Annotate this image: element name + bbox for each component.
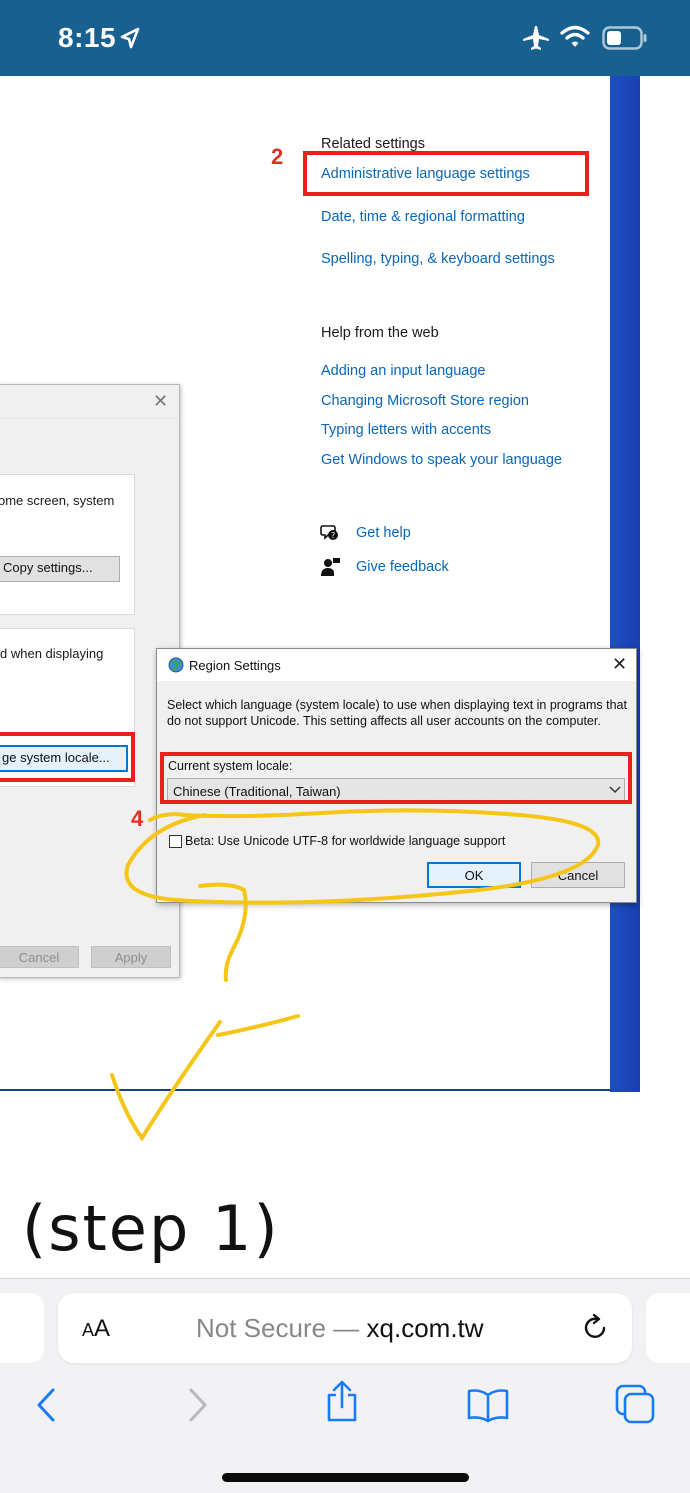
beta-utf8-checkbox[interactable] — [169, 835, 182, 848]
dialog-title: Region Settings — [189, 658, 281, 673]
step-caption: (step 1) — [22, 1192, 280, 1265]
ok-label: OK — [464, 868, 484, 883]
safari-toolbar: AA Not Secure — xq.com.tw — [0, 1278, 690, 1493]
text-size-small: A — [82, 1320, 95, 1340]
next-tab-preview[interactable] — [646, 1293, 690, 1363]
help-link-store-region[interactable]: Changing Microsoft Store region — [321, 393, 529, 409]
date-time-formatting-link[interactable]: Date, time & regional formatting — [321, 209, 525, 225]
url-host: xq.com.tw — [366, 1313, 484, 1343]
airplane-icon — [523, 26, 549, 50]
give-feedback-icon — [321, 558, 340, 576]
help-link-speak-language[interactable]: Get Windows to speak your language — [321, 452, 562, 468]
dialog-apply-button[interactable]: Apply — [91, 946, 171, 968]
help-link-input-language[interactable]: Adding an input language — [321, 363, 485, 379]
cancel-label: Cancel — [557, 868, 599, 883]
text-size-large: A — [94, 1315, 111, 1342]
get-help-link[interactable]: Get help — [356, 525, 411, 541]
desktop-wallpaper-strip — [610, 76, 640, 1092]
globe-icon — [168, 657, 184, 673]
wifi-icon — [560, 25, 590, 47]
copy-settings-button[interactable]: Copy settings... — [0, 556, 120, 582]
text-size-button[interactable]: AA — [82, 1315, 110, 1343]
previous-tab-preview[interactable] — [0, 1293, 44, 1363]
spelling-typing-keyboard-link[interactable]: Spelling, typing, & keyboard settings — [321, 251, 555, 267]
tabs-icon[interactable] — [614, 1383, 656, 1425]
close-icon[interactable]: ✕ — [612, 654, 627, 675]
related-settings-heading: Related settings — [321, 136, 425, 152]
beta-utf8-label: Beta: Use Unicode UTF-8 for worldwide la… — [185, 834, 506, 848]
get-help-icon: ? — [320, 525, 338, 540]
highlight-box-system-locale — [160, 752, 632, 804]
dialog-description: Select which language (system locale) to… — [167, 698, 627, 728]
reload-icon[interactable] — [582, 1313, 610, 1343]
dialog-cancel-button[interactable]: Cancel — [0, 946, 79, 968]
dialog-title-bar: Region Settings ✕ — [157, 649, 636, 681]
step-marker-2: 2 — [271, 144, 284, 169]
svg-text:?: ? — [331, 531, 335, 540]
highlight-box-change-locale — [0, 732, 135, 782]
language-dialog-background: ✕ ome screen, system Copy settings... d … — [0, 384, 180, 978]
help-link-accents[interactable]: Typing letters with accents — [321, 422, 491, 438]
url-display[interactable]: Not Secure — xq.com.tw — [196, 1313, 484, 1344]
forward-icon[interactable] — [186, 1387, 210, 1423]
home-indicator — [222, 1473, 469, 1482]
share-icon[interactable] — [324, 1379, 360, 1423]
battery-icon — [602, 26, 647, 50]
step-marker-4: 4 — [131, 806, 144, 831]
title-divider — [0, 418, 179, 419]
panel-text-welcome: ome screen, system — [0, 493, 115, 508]
welcome-screen-panel: ome screen, system Copy settings... — [0, 474, 135, 615]
admin-language-settings-link[interactable]: Administrative language settings — [321, 166, 530, 182]
bookmarks-icon[interactable] — [466, 1387, 510, 1423]
panel-text-non-unicode: d when displaying — [0, 646, 104, 661]
location-arrow-icon — [120, 27, 140, 49]
url-prefix: Not Secure — — [196, 1313, 367, 1343]
status-time: 8:15 — [58, 22, 117, 53]
address-bar[interactable]: AA Not Secure — xq.com.tw — [58, 1293, 632, 1363]
copy-settings-label: Copy settings... — [3, 560, 93, 575]
help-from-web-heading: Help from the web — [321, 325, 439, 341]
back-icon[interactable] — [34, 1387, 58, 1423]
cancel-button[interactable]: Cancel — [531, 862, 625, 888]
dialog-cancel-label: Cancel — [18, 950, 60, 965]
dialog-apply-label: Apply — [114, 950, 148, 965]
give-feedback-link[interactable]: Give feedback — [356, 559, 449, 575]
close-icon[interactable]: ✕ — [153, 391, 168, 412]
screenshot-border — [0, 1089, 612, 1091]
status-bar: 8:15 — [0, 0, 690, 76]
phone-screen: 8:15 Related settings 2 Administrative l… — [0, 0, 690, 1493]
ok-button[interactable]: OK — [427, 862, 521, 888]
